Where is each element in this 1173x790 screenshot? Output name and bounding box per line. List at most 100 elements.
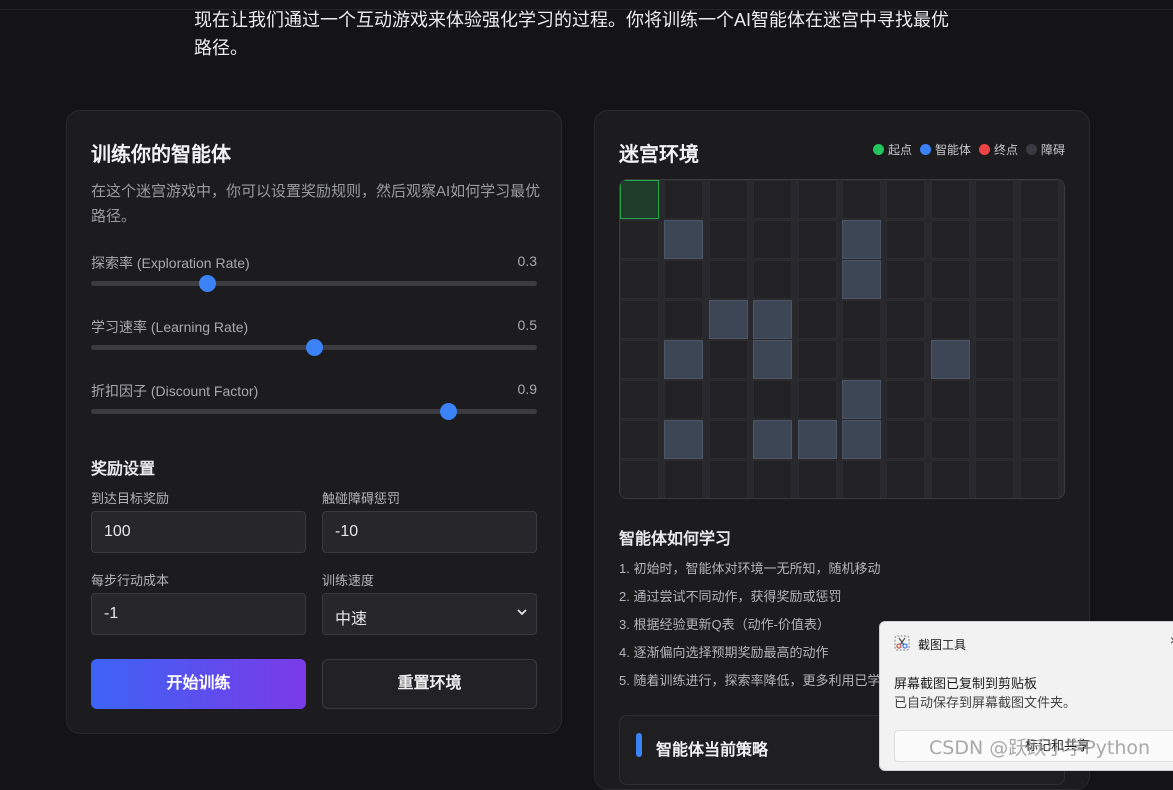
maze-cell <box>1019 300 1059 339</box>
maze-title: 迷宫环境 <box>619 144 699 166</box>
maze-cell-obstacle <box>842 380 881 419</box>
maze-cell <box>886 380 926 419</box>
slider-thumb[interactable] <box>306 339 323 356</box>
slider-thumb[interactable] <box>198 275 216 292</box>
notification-subtitle: 已自动保存到屏幕截图文件夹。 <box>894 695 1077 710</box>
maze-cell <box>708 220 748 259</box>
maze-cell <box>1019 260 1059 299</box>
list-item: 2. 通过尝试不同动作，获得奖励或惩罚 <box>619 589 842 604</box>
notification-app-name: 截图工具 <box>918 638 967 652</box>
maze-cell <box>1019 420 1059 459</box>
maze-cell <box>930 380 970 419</box>
maze-cell <box>930 300 970 339</box>
maze-cell <box>797 340 837 379</box>
maze-cell <box>753 220 793 259</box>
legend-item-agent: 智能体 <box>919 141 971 158</box>
maze-cell <box>975 220 1015 259</box>
agent-dot-icon <box>919 144 931 155</box>
slider-track[interactable] <box>91 339 537 356</box>
slider-track[interactable] <box>91 403 537 420</box>
maze-cell <box>708 380 748 419</box>
maze-cell <box>886 460 926 498</box>
maze-cell <box>620 220 659 259</box>
maze-cell <box>886 340 926 379</box>
maze-cell-start <box>620 180 659 219</box>
maze-cell-obstacle <box>664 340 704 379</box>
maze-cell <box>708 260 748 299</box>
maze-cell <box>708 180 748 219</box>
training-description: 在这个迷宫游戏中，你可以设置奖励规则，然后观察AI如何学习最优路径。 <box>91 183 541 225</box>
maze-grid <box>619 179 1065 499</box>
slider-label: 学习速率 (Learning Rate) <box>91 319 249 335</box>
field-label: 训练速度 <box>322 573 375 588</box>
maze-cell <box>886 180 926 219</box>
maze-cell <box>975 420 1015 459</box>
goal-dot-icon <box>978 144 990 155</box>
goal-reward-input[interactable]: 100 <box>91 511 306 553</box>
obstacle-penalty-input[interactable]: -10 <box>322 511 537 553</box>
training-speed-select[interactable]: 中速 <box>322 593 537 635</box>
select-value: 中速 <box>335 611 368 628</box>
maze-cell <box>620 300 659 339</box>
maze-cell <box>930 260 970 299</box>
maze-cell <box>753 260 793 299</box>
maze-cell <box>886 300 926 339</box>
legend-item-obstacle: 障碍 <box>1025 141 1065 158</box>
watermark: CSDN @跃跃小学Python <box>929 737 1151 759</box>
maze-cell <box>1019 220 1059 259</box>
field-label: 每步行动成本 <box>91 573 170 588</box>
maze-cell <box>708 460 748 498</box>
field-label: 触碰障碍惩罚 <box>322 491 401 506</box>
maze-cell <box>620 420 659 459</box>
start-dot-icon <box>872 144 884 155</box>
maze-cell <box>620 260 659 299</box>
list-item: 1. 初始时，智能体对环境一无所知，随机移动 <box>619 561 881 576</box>
maze-legend: 起点 智能体 终点 障碍 <box>872 141 1065 158</box>
policy-title: 智能体当前策略 <box>656 742 769 759</box>
maze-cell <box>975 380 1015 419</box>
maze-cell <box>886 260 926 299</box>
maze-cell <box>664 180 704 219</box>
slider-value: 0.5 <box>517 317 537 333</box>
maze-cell-obstacle <box>842 220 881 259</box>
how-agent-learns-title: 智能体如何学习 <box>619 531 732 548</box>
slider-thumb[interactable] <box>439 403 457 420</box>
maze-cell <box>930 220 970 259</box>
maze-cell-obstacle <box>797 420 837 459</box>
slider-track[interactable] <box>91 275 537 292</box>
maze-cell <box>842 180 881 219</box>
training-panel: 训练你的智能体 在这个迷宫游戏中，你可以设置奖励规则，然后观察AI如何学习最优路… <box>66 110 562 734</box>
maze-cell <box>797 220 837 259</box>
reward-settings-title: 奖励设置 <box>91 461 156 478</box>
maze-cell-obstacle <box>842 420 881 459</box>
maze-cell <box>842 460 881 498</box>
maze-cell <box>664 460 704 498</box>
maze-cell <box>1019 460 1059 498</box>
maze-cell <box>797 260 837 299</box>
maze-cell <box>975 260 1015 299</box>
legend-label: 终点 <box>993 143 1018 157</box>
maze-cell-obstacle <box>930 340 970 379</box>
maze-cell <box>753 460 793 498</box>
step-cost-input[interactable]: -1 <box>91 593 306 635</box>
maze-cell <box>620 380 659 419</box>
maze-cell <box>797 180 837 219</box>
maze-cell <box>797 300 837 339</box>
maze-cell-obstacle <box>664 420 704 459</box>
maze-cell <box>886 420 926 459</box>
legend-label: 起点 <box>887 143 912 157</box>
legend-label: 障碍 <box>1040 143 1065 157</box>
maze-cell <box>930 460 970 498</box>
legend-label: 智能体 <box>934 143 971 157</box>
maze-cell <box>1019 340 1059 379</box>
maze-cell <box>975 340 1015 379</box>
maze-cell <box>842 300 881 339</box>
slider-label: 折扣因子 (Discount Factor) <box>91 383 259 399</box>
start-training-button[interactable]: 开始训练 <box>91 659 306 709</box>
maze-cell <box>753 180 793 219</box>
accent-bar <box>636 733 642 757</box>
maze-cell <box>797 380 837 419</box>
reset-environment-button[interactable]: 重置环境 <box>322 659 537 709</box>
maze-cell-obstacle <box>664 220 704 259</box>
maze-cell-obstacle <box>753 340 793 379</box>
